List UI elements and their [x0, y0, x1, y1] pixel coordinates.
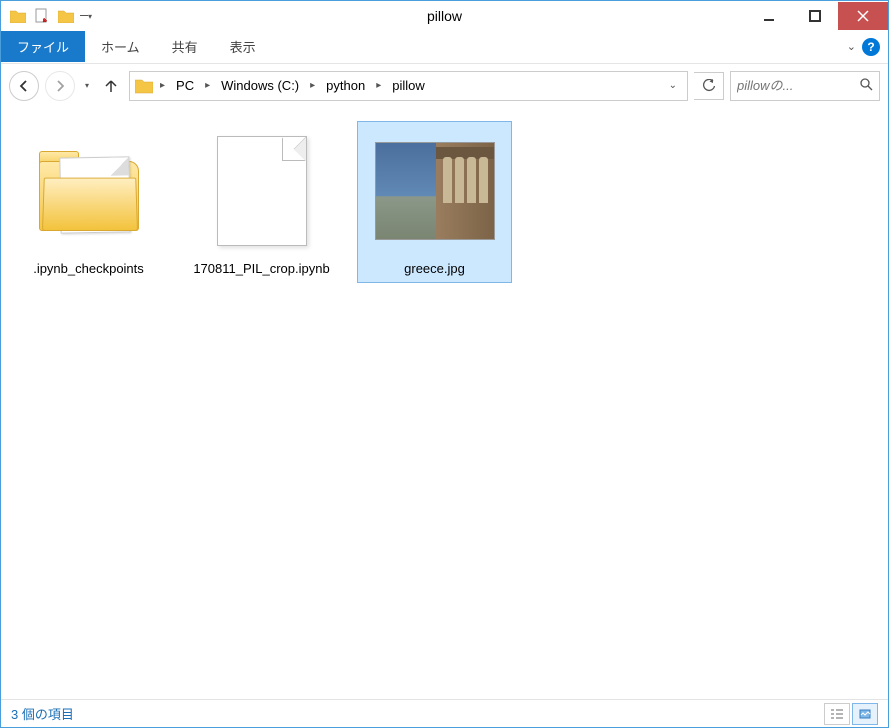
address-dropdown-icon[interactable]: ⌄	[663, 80, 683, 91]
window-title: pillow	[427, 8, 462, 24]
file-icon	[202, 126, 322, 256]
address-folder-icon	[134, 76, 154, 96]
breadcrumb-sep-icon[interactable]: ▸	[306, 80, 319, 91]
search-icon[interactable]	[859, 77, 873, 94]
breadcrumb-drive[interactable]: Windows (C:)	[216, 78, 304, 93]
up-button[interactable]	[99, 74, 123, 98]
item-label: greece.jpg	[404, 260, 465, 278]
properties-icon[interactable]	[31, 5, 53, 27]
back-button[interactable]	[9, 71, 39, 101]
list-item-image[interactable]: greece.jpg	[357, 121, 512, 283]
breadcrumb-sep-icon[interactable]: ▸	[201, 80, 214, 91]
navbar: ▾ ▸ PC ▸ Windows (C:) ▸ python ▸ pillow …	[1, 63, 888, 107]
search-box[interactable]	[730, 71, 880, 101]
help-icon[interactable]: ?	[862, 38, 880, 56]
ribbon-tab-view[interactable]: 表示	[214, 31, 272, 62]
ribbon: ファイル ホーム 共有 表示 ⌄ ?	[1, 31, 888, 63]
refresh-button[interactable]	[694, 72, 724, 100]
status-text: 3 個の項目	[11, 704, 74, 723]
ribbon-tab-share[interactable]: 共有	[156, 31, 214, 62]
item-label: .ipynb_checkpoints	[33, 260, 144, 278]
minimize-button[interactable]	[746, 2, 792, 30]
breadcrumb-sep-icon[interactable]: ▸	[372, 80, 385, 91]
file-list[interactable]: .ipynb_checkpoints 170811_PIL_crop.ipynb	[1, 107, 888, 699]
history-dropdown-icon[interactable]: ▾	[81, 81, 93, 90]
qat-dropdown-icon[interactable]: ▾	[79, 5, 93, 27]
ribbon-tab-file[interactable]: ファイル	[1, 31, 85, 62]
list-item-file[interactable]: 170811_PIL_crop.ipynb	[184, 121, 339, 283]
folder-icon[interactable]	[7, 5, 29, 27]
new-folder-icon[interactable]	[55, 5, 77, 27]
list-item-folder[interactable]: .ipynb_checkpoints	[11, 121, 166, 283]
item-label: 170811_PIL_crop.ipynb	[193, 260, 329, 278]
image-thumbnail	[375, 126, 495, 256]
close-button[interactable]	[838, 2, 888, 30]
forward-button[interactable]	[45, 71, 75, 101]
explorer-window: ▾ pillow ファイル ホーム 共有 表示 ⌄ ?	[0, 0, 889, 728]
maximize-button[interactable]	[792, 2, 838, 30]
folder-icon	[29, 126, 149, 256]
window-controls	[746, 2, 888, 30]
ribbon-tab-home[interactable]: ホーム	[85, 31, 156, 62]
view-details-button[interactable]	[824, 703, 850, 725]
breadcrumb-pc[interactable]: PC	[171, 78, 199, 93]
breadcrumb-python[interactable]: python	[321, 78, 370, 93]
breadcrumb-sep-icon[interactable]: ▸	[156, 80, 169, 91]
breadcrumb-pillow[interactable]: pillow	[387, 78, 430, 93]
titlebar: ▾ pillow	[1, 1, 888, 31]
ribbon-expand-icon[interactable]: ⌄	[847, 40, 856, 53]
address-bar[interactable]: ▸ PC ▸ Windows (C:) ▸ python ▸ pillow ⌄	[129, 71, 688, 101]
view-thumbnails-button[interactable]	[852, 703, 878, 725]
quick-access-toolbar: ▾	[1, 5, 93, 27]
statusbar: 3 個の項目	[1, 699, 888, 727]
search-input[interactable]	[737, 78, 873, 93]
